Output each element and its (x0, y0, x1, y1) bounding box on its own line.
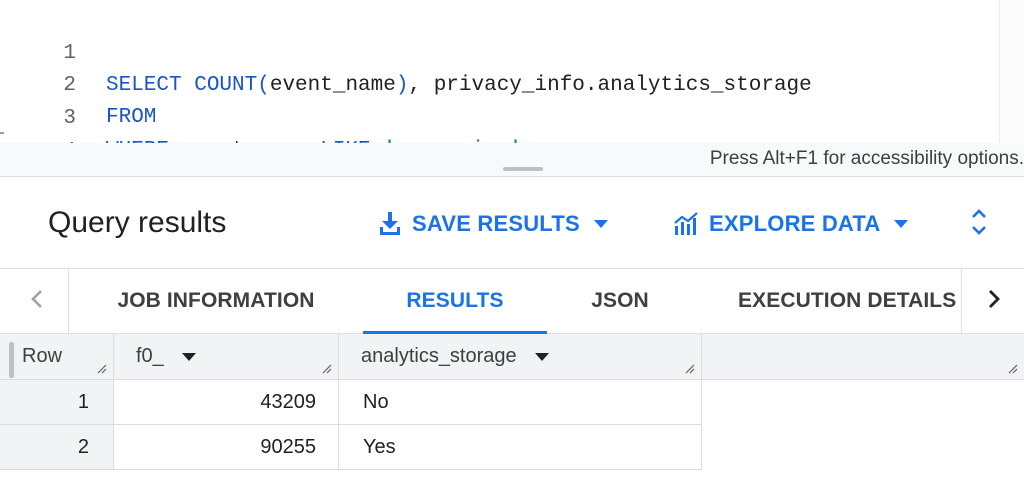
tabs-scroll-left-button[interactable] (5, 269, 69, 333)
explore-data-button[interactable]: EXPLORE DATA (673, 207, 909, 241)
chart-icon (673, 212, 699, 236)
chevron-down-icon (894, 220, 909, 228)
sql-editor[interactable]: 1 SELECT COUNT(event_name), privacy_info… (0, 0, 1024, 195)
sort-caret-icon[interactable] (534, 352, 549, 361)
tabs-scroll-right-button[interactable] (962, 269, 1024, 333)
column-header-label: Row (22, 345, 63, 367)
column-resize-handle[interactable] (95, 362, 107, 374)
column-header-row[interactable]: Row (0, 334, 114, 380)
table-row-number: 2 (0, 425, 114, 470)
tab-job-information[interactable]: JOB INFORMATION (100, 269, 332, 333)
code-line-4[interactable]: 4 GROUP BY privacy_info.analytics_storag… (0, 104, 1000, 195)
table-cell[interactable]: 43209 (114, 380, 339, 425)
chevron-down-icon (593, 220, 608, 228)
editor-scrollbar[interactable] (999, 0, 1024, 143)
table-cell[interactable]: Yes (339, 425, 702, 470)
unfold-icon (970, 207, 988, 242)
results-header: Query results SAVE RESULTS EXPLORE DATA (0, 176, 1024, 268)
editor-edge-marker (0, 132, 4, 134)
code-line-1[interactable]: 1 SELECT COUNT(event_name), privacy_info… (0, 6, 1000, 97)
chevron-left-icon (30, 288, 44, 315)
tabs-divider (68, 269, 69, 333)
code-area[interactable]: 1 SELECT COUNT(event_name), privacy_info… (0, 5, 1000, 195)
chevron-right-icon (987, 288, 1001, 315)
expand-collapse-button[interactable] (966, 207, 992, 241)
tab-label: JOB INFORMATION (117, 289, 315, 312)
tab-label: JSON (591, 289, 649, 312)
table-row-number: 1 (0, 380, 114, 425)
tab-execution-details[interactable]: EXECUTION DETAILS (730, 269, 966, 333)
results-tabs: JOB INFORMATION RESULTS JSON EXECUTION D… (0, 268, 1024, 334)
tab-label: RESULTS (406, 289, 504, 312)
column-resize-handle[interactable] (320, 362, 332, 374)
results-table: Row f0_ analytics_storage 1 43209 No 2 9… (0, 334, 1024, 478)
page-title: Query results (48, 206, 227, 239)
sort-caret-icon[interactable] (181, 352, 196, 361)
tab-json[interactable]: JSON (570, 269, 670, 333)
tab-results[interactable]: RESULTS (363, 269, 547, 334)
explore-data-label: EXPLORE DATA (709, 211, 881, 236)
editor-resize-handle[interactable] (503, 167, 543, 171)
column-header-f0[interactable]: f0_ (114, 334, 339, 380)
column-resize-handle[interactable] (683, 362, 695, 374)
table-cell[interactable]: No (339, 380, 702, 425)
column-header-label: analytics_storage (361, 345, 517, 367)
column-resize-handle[interactable] (1006, 362, 1018, 374)
save-results-label: SAVE RESULTS (412, 211, 580, 236)
save-results-button[interactable]: SAVE RESULTS (378, 207, 608, 241)
column-header-analytics-storage[interactable]: analytics_storage (339, 334, 702, 380)
row-gutter-handle (9, 342, 14, 378)
tab-label: EXECUTION DETAILS (738, 289, 957, 312)
column-header-empty (702, 334, 1024, 380)
code-line-3[interactable]: 3 WHERE event_name LIKE 'page_view' (0, 71, 1000, 162)
table-cell[interactable]: 90255 (114, 425, 339, 470)
column-header-label: f0_ (136, 345, 164, 367)
download-icon (378, 211, 402, 237)
accessibility-hint: Press Alt+F1 for accessibility options. (709, 148, 1024, 169)
code-line-2[interactable]: 2 FROM (0, 38, 1000, 129)
